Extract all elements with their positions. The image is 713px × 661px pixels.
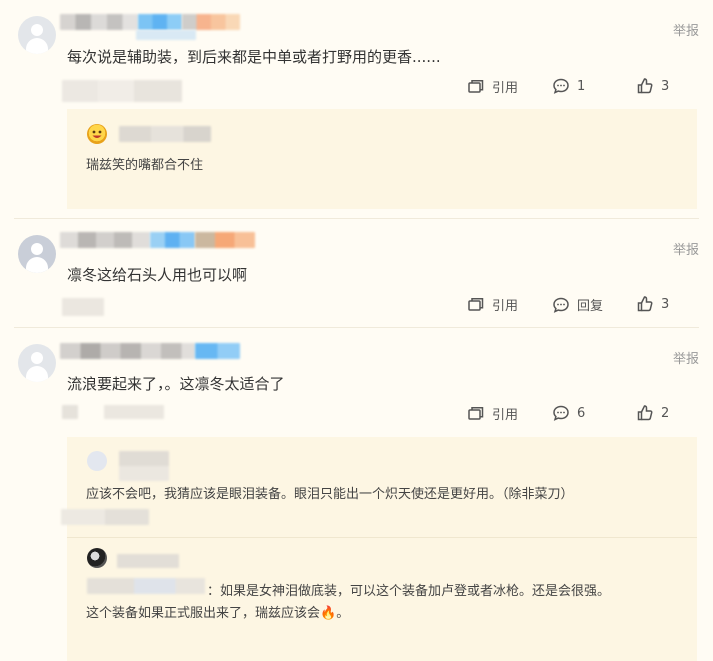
report-link[interactable]: 举报: [673, 348, 699, 367]
reply-avatar[interactable]: [87, 124, 107, 144]
comment-actions: 引用 回复 3: [0, 295, 713, 315]
comment-icon: [553, 297, 569, 313]
thumbs-up-icon: [637, 78, 653, 94]
quote-label: 引用: [492, 299, 519, 314]
thumbs-up-icon: [637, 405, 653, 421]
reply-count: 6: [577, 405, 586, 421]
reply-count: 1: [577, 78, 586, 94]
quote-button[interactable]: 引用: [467, 295, 518, 314]
user-avatar[interactable]: [18, 235, 56, 273]
reply-button[interactable]: 1: [552, 77, 585, 95]
quote-label: 引用: [492, 408, 519, 423]
reply-button[interactable]: 回复: [552, 295, 603, 314]
comment-text: 每次说是辅助装，到后来都是中单或者打野用的更香......: [67, 48, 441, 66]
reply-text-line2: 这个装备如果正式服出来了，瑞兹应该会🔥。: [86, 602, 349, 621]
reply-box: ：如果是女神泪做底装，可以这个装备加卢登或者冰枪。还是会很强。 这个装备如果正式…: [67, 538, 697, 661]
like-count: 3: [661, 296, 670, 312]
reply-username-blurred[interactable]: [117, 554, 179, 568]
like-count: 2: [661, 405, 670, 421]
reply-box: 瑞兹笑的嘴都合不住: [67, 109, 697, 209]
report-link[interactable]: 举报: [673, 20, 699, 39]
comment-icon: [553, 405, 569, 421]
report-link[interactable]: 举报: [673, 239, 699, 258]
comment-text: 流浪要起来了，。这凛冬太适合了: [67, 375, 285, 393]
reply-to-blurred[interactable]: [87, 578, 205, 594]
quote-icon: [468, 406, 484, 420]
quote-label: 引用: [492, 81, 519, 96]
divider: [14, 218, 699, 219]
quote-icon: [468, 79, 484, 93]
quote-button[interactable]: 引用: [467, 77, 518, 96]
reply-username-blurred[interactable]: [119, 126, 211, 142]
user-avatar[interactable]: [18, 344, 56, 382]
divider: [14, 327, 699, 328]
like-button[interactable]: 2: [636, 404, 669, 422]
like-button[interactable]: 3: [636, 295, 669, 313]
meta-blurred: [61, 509, 149, 525]
thumbs-up-icon: [637, 296, 653, 312]
reply-text-line2-end: 。: [336, 606, 350, 621]
reply-label: 回复: [577, 299, 604, 314]
comment-actions: 引用 1 3: [0, 77, 713, 97]
like-count: 3: [661, 78, 670, 94]
reply-avatar[interactable]: [87, 451, 107, 471]
reply-text: 瑞兹笑的嘴都合不住: [86, 158, 204, 173]
reply-avatar[interactable]: [87, 548, 107, 568]
comment-icon: [553, 78, 569, 94]
quote-icon: [468, 297, 484, 311]
user-avatar[interactable]: [18, 16, 56, 54]
quote-button[interactable]: 引用: [467, 404, 518, 423]
fire-emoji: 🔥: [320, 606, 337, 621]
reply-text-line2-main: 这个装备如果正式服出来了，瑞兹应该会: [86, 606, 321, 621]
reply-text-line1: ：如果是女神泪做底装，可以这个装备加卢登或者冰枪。还是会很强。: [207, 584, 611, 599]
reply-box: 应该不会吧，我猜应该是眼泪装备。眼泪只能出一个炽天使还是更好用。（除非菜刀）: [61, 437, 697, 537]
reply-text: 应该不会吧，我猜应该是眼泪装备。眼泪只能出一个炽天使还是更好用。（除非菜刀）: [86, 487, 574, 502]
like-button[interactable]: 3: [636, 77, 669, 95]
reply-button[interactable]: 6: [552, 404, 585, 422]
comment-text: 凛冬这给石头人用也可以啊: [67, 266, 248, 284]
comment-actions: 引用 6 2: [0, 404, 713, 424]
reply-username-blurred[interactable]: [119, 451, 169, 481]
